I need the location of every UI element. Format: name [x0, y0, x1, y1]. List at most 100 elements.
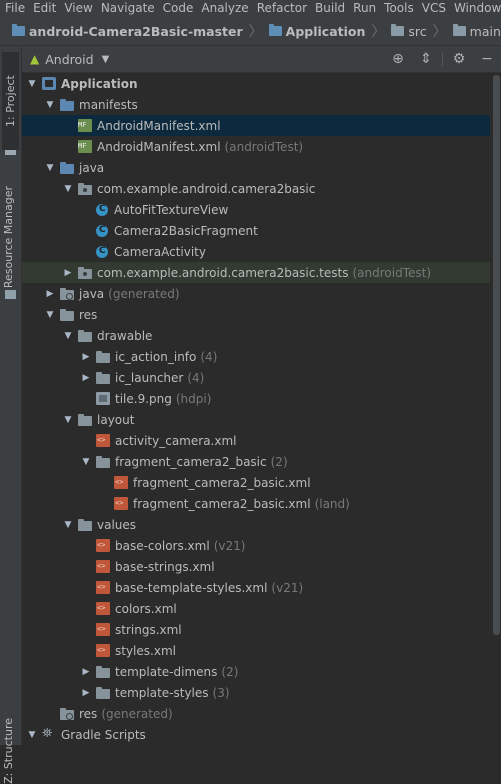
tree-item[interactable]: · strings.xml [22, 619, 490, 640]
resource-manager-icon [5, 290, 16, 299]
menu-file[interactable]: File [0, 0, 28, 17]
menu-edit[interactable]: Edit [28, 0, 59, 17]
tree-item-label: java [79, 160, 105, 175]
tree-item[interactable]: ▼ com.example.android.camera2basic [22, 178, 490, 199]
tree-item[interactable]: ▶ ic_launcher (4) [22, 367, 490, 388]
class-icon [96, 224, 108, 237]
expanded-arrow-icon[interactable]: ▼ [44, 100, 56, 110]
tree-item-hint: (v21) [271, 580, 304, 595]
tool-window-strip: 1: Project Resource Manager Z: Structure [0, 46, 22, 784]
chevron-down-icon[interactable]: ▼ [102, 54, 110, 65]
tree-item[interactable]: ▼ Gradle Scripts [22, 724, 490, 745]
tab-structure[interactable]: Z: Structure [2, 718, 15, 784]
tree-item-label: ic_launcher [115, 370, 184, 385]
breadcrumb-label: main [469, 23, 501, 39]
locate-icon[interactable]: ⊕ [384, 51, 412, 67]
menu-vcs[interactable]: VCS [417, 0, 449, 17]
menu-navigate[interactable]: Navigate [96, 0, 158, 17]
tree-item[interactable]: · colors.xml [22, 598, 490, 619]
tree-item[interactable]: ▼ manifests [22, 94, 490, 115]
scrollbar-thumb[interactable] [493, 75, 500, 635]
menu-build[interactable]: Build [310, 0, 348, 17]
tree-item[interactable]: ▶ template-dimens (2) [22, 661, 490, 682]
folder-icon [96, 665, 110, 678]
tree-item[interactable]: · tile.9.png(hdpi) [22, 388, 490, 409]
collapsed-arrow-icon[interactable]: ▶ [80, 688, 92, 698]
package-icon [78, 266, 92, 279]
generated-folder-icon [60, 287, 74, 300]
breadcrumb-item[interactable]: src [389, 24, 428, 39]
menu-window[interactable]: Window [449, 0, 501, 17]
tree-item[interactable]: ▼ layout [22, 409, 490, 430]
tree-item[interactable]: ▼ fragment_camera2_basic (2) [22, 451, 490, 472]
tree-item[interactable]: · AndroidManifest.xml [22, 115, 490, 136]
expanded-arrow-icon[interactable]: ▼ [80, 457, 92, 467]
tree-item[interactable]: · Camera2BasicFragment [22, 220, 490, 241]
xml-file-icon [96, 581, 110, 594]
tree-item[interactable]: · base-colors.xml(v21) [22, 535, 490, 556]
expanded-arrow-icon[interactable]: ▼ [26, 730, 38, 740]
tree-item[interactable]: ▶ template-styles (3) [22, 682, 490, 703]
tree-item-label: tile.9.png [115, 391, 172, 406]
tree-item-label: manifests [79, 97, 138, 112]
collapse-all-icon[interactable]: ⇕ [412, 51, 440, 67]
tree-item[interactable]: ▼ Application [22, 73, 490, 94]
breadcrumb-item[interactable]: Application [267, 24, 368, 39]
menu-run[interactable]: Run [348, 0, 379, 17]
breadcrumb-item[interactable]: android-Camera2Basic-master [10, 24, 245, 39]
tree-item[interactable]: ▶ java (generated) [22, 283, 490, 304]
expanded-arrow-icon[interactable]: ▼ [44, 163, 56, 173]
tree-item[interactable]: · AutoFitTextureView [22, 199, 490, 220]
tree-item[interactable]: · fragment_camera2_basic.xml(land) [22, 493, 490, 514]
tree-item[interactable]: · res(generated) [22, 703, 490, 724]
menu-analyze[interactable]: Analyze [196, 0, 251, 17]
source-folder-icon [60, 161, 74, 174]
tree-item[interactable]: ▼ res [22, 304, 490, 325]
collapsed-arrow-icon[interactable]: ▶ [80, 352, 92, 362]
view-mode-selector[interactable]: Android [45, 52, 93, 67]
tree-item[interactable]: · CameraActivity [22, 241, 490, 262]
tree-item[interactable]: ▼ values [22, 514, 490, 535]
tree-item[interactable]: ▶ com.example.android.camera2basic.tests(… [22, 262, 490, 283]
expanded-arrow-icon[interactable]: ▼ [62, 331, 74, 341]
tree-item[interactable]: · base-template-styles.xml(v21) [22, 577, 490, 598]
collapsed-arrow-icon[interactable]: ▶ [44, 289, 56, 299]
menu-tools[interactable]: Tools [379, 0, 417, 17]
tab-project[interactable]: 1: Project [2, 52, 19, 150]
menu-code[interactable]: Code [158, 0, 197, 17]
expanded-arrow-icon[interactable]: ▼ [62, 184, 74, 194]
collapsed-arrow-icon[interactable]: ▶ [62, 268, 74, 278]
tree-item-label: fragment_camera2_basic.xml [133, 475, 311, 490]
tree-item[interactable]: · AndroidManifest.xml(androidTest) [22, 136, 490, 157]
tree-item-label: base-colors.xml [115, 538, 210, 553]
collapsed-arrow-icon[interactable]: ▶ [80, 667, 92, 677]
tree-item-label: base-strings.xml [115, 559, 215, 574]
tree-item[interactable]: · fragment_camera2_basic.xml [22, 472, 490, 493]
menu-view[interactable]: View [59, 0, 95, 17]
tree-item[interactable]: · base-strings.xml [22, 556, 490, 577]
tree-item[interactable]: ▼ java [22, 157, 490, 178]
tree-item-hint: (3) [212, 685, 230, 700]
tab-resource-manager[interactable]: Resource Manager [2, 186, 15, 288]
tree-item-label: base-template-styles.xml [115, 580, 268, 595]
collapsed-arrow-icon[interactable]: ▶ [80, 373, 92, 383]
expanded-arrow-icon[interactable]: ▼ [62, 520, 74, 530]
tree-item[interactable]: · activity_camera.xml [22, 430, 490, 451]
tree-item-label: ic_action_info [115, 349, 197, 364]
xml-file-icon [96, 602, 110, 615]
gear-icon[interactable]: ⚙ [445, 51, 473, 67]
hide-icon[interactable]: − [473, 51, 501, 67]
tree-item[interactable]: · styles.xml [22, 640, 490, 661]
tree-item[interactable]: ▼ drawable [22, 325, 490, 346]
spacer: · [80, 625, 92, 635]
expanded-arrow-icon[interactable]: ▼ [26, 79, 38, 89]
expanded-arrow-icon[interactable]: ▼ [44, 310, 56, 320]
tree-item-label: AndroidManifest.xml [97, 139, 221, 154]
xml-file-icon [96, 623, 110, 636]
spacer: · [80, 541, 92, 551]
expanded-arrow-icon[interactable]: ▼ [62, 415, 74, 425]
tree-item[interactable]: ▶ ic_action_info (4) [22, 346, 490, 367]
manifest-file-icon [78, 140, 92, 153]
breadcrumb-item[interactable]: main [451, 24, 501, 39]
menu-refactor[interactable]: Refactor [252, 0, 310, 17]
